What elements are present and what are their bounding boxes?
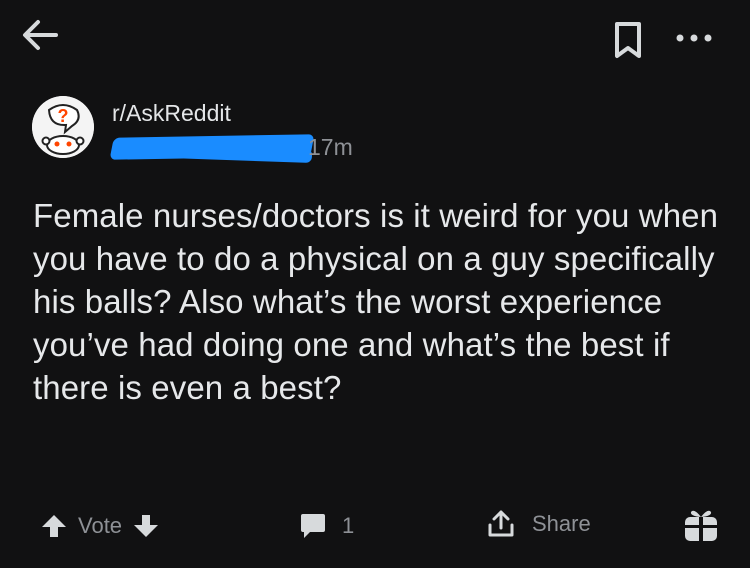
post-meta: 17m — [109, 134, 372, 163]
share-upload-icon — [488, 510, 514, 537]
post-age: 17m — [308, 134, 353, 160]
vote-label: Vote — [78, 513, 123, 538]
subreddit-name[interactable]: r/AskReddit — [112, 100, 231, 127]
upvote-button[interactable] — [40, 512, 68, 540]
subreddit-avatar[interactable]: ? — [32, 96, 94, 158]
more-horizontal-icon — [676, 34, 712, 42]
bookmark-button[interactable] — [612, 20, 644, 60]
arrow-left-icon — [23, 20, 58, 50]
award-button[interactable] — [682, 506, 720, 544]
post-action-bar: Vote 1 Share — [0, 496, 750, 556]
more-options-button[interactable] — [672, 26, 716, 50]
post-title[interactable]: Female nurses/doctors is it weird for yo… — [33, 194, 723, 409]
arrow-down-icon — [134, 515, 159, 537]
top-bar — [0, 0, 750, 80]
comments-count: 1 — [342, 513, 355, 538]
share-label: Share — [532, 511, 591, 536]
comments-button[interactable]: 1 — [298, 510, 354, 542]
share-button[interactable]: Share — [486, 508, 591, 540]
back-button[interactable] — [20, 14, 62, 56]
bookmark-icon — [615, 22, 641, 58]
vote-group: Vote — [40, 510, 160, 542]
comment-bubble-icon — [301, 514, 325, 538]
snoo-question-icon: ? — [32, 96, 94, 158]
post-header: ? r/AskReddit 17m — [32, 96, 722, 166]
gift-icon — [685, 510, 717, 541]
svg-text:?: ? — [58, 106, 69, 126]
arrow-up-icon — [42, 515, 66, 537]
downvote-button[interactable] — [132, 512, 160, 540]
